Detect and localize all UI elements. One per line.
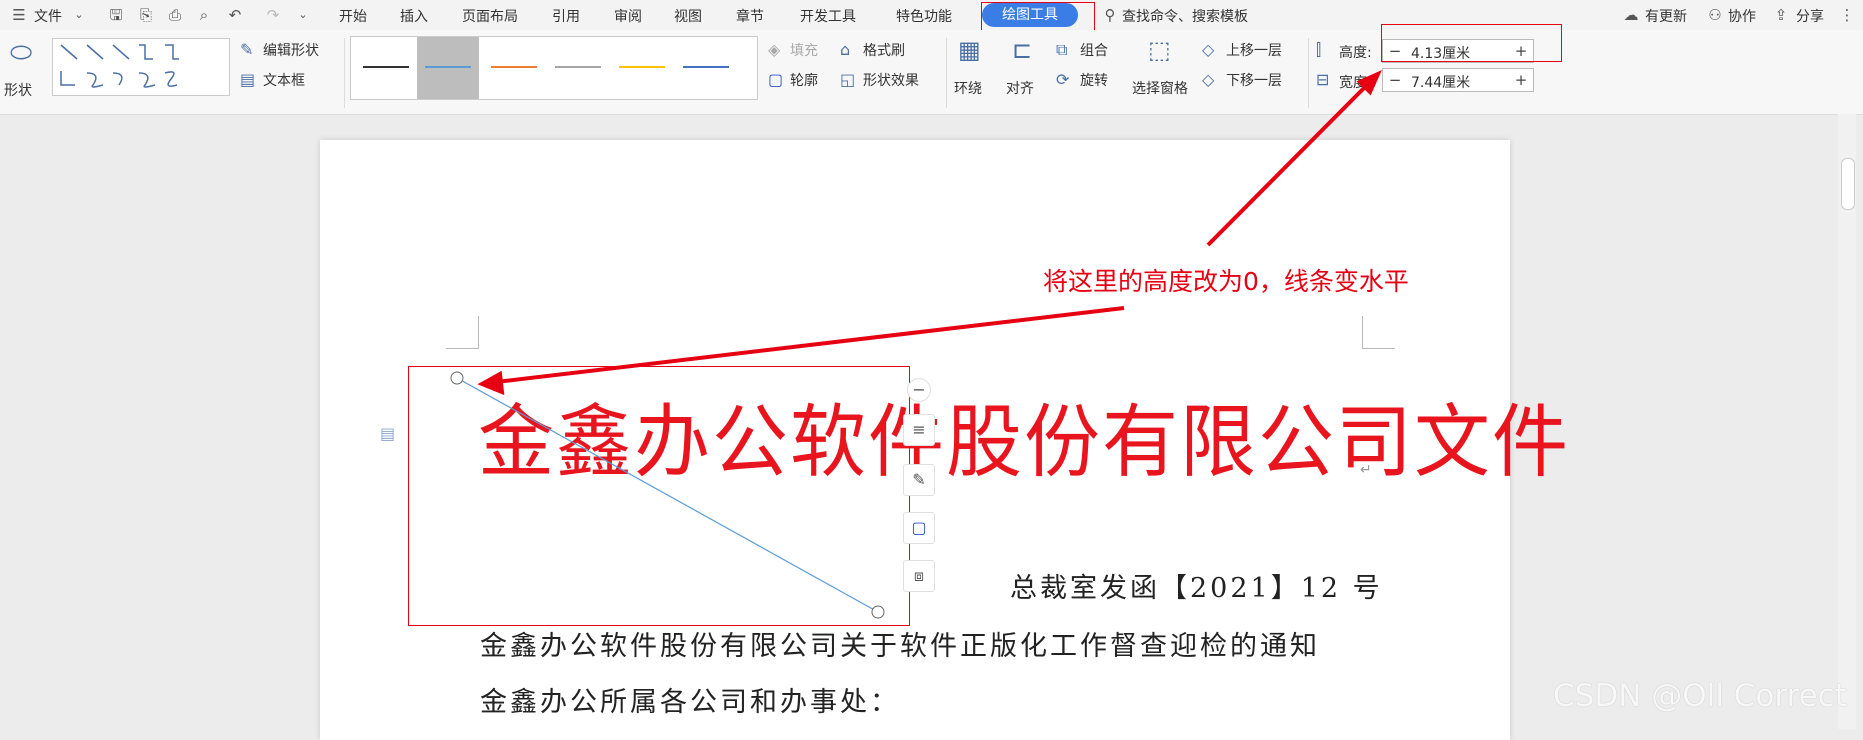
annotation-arrows bbox=[477, 70, 1382, 396]
watermark: CSDN @Oll Correct bbox=[1553, 678, 1847, 714]
annotation-text: 将这里的高度改为0，线条变水平 bbox=[1043, 267, 1409, 296]
